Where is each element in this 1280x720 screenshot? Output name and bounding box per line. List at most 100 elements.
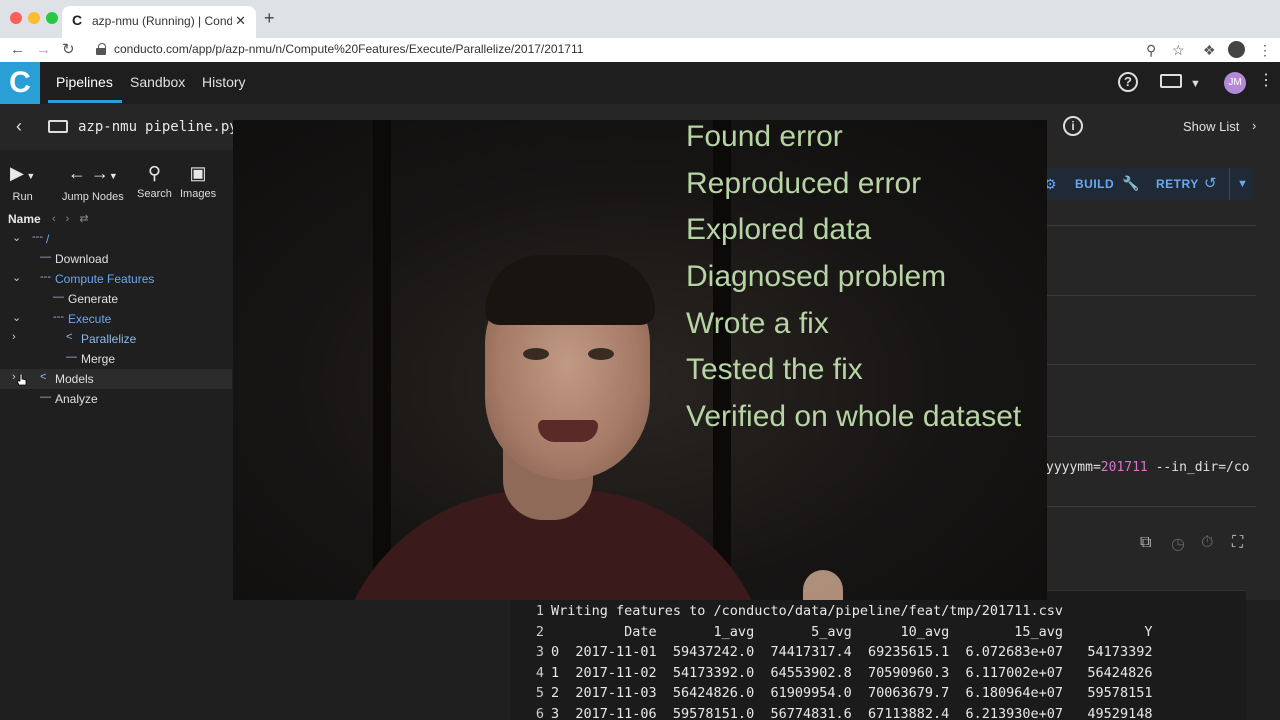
chevron-right-icon[interactable]: › [12,331,16,343]
play-icon: ▶ ▼ [10,163,36,183]
app-header: C Pipelines Sandbox History ? ▼ JM ⋮ [0,62,1280,104]
user-avatar[interactable]: JM [1224,72,1246,94]
conducto-favicon-icon: C [72,12,83,28]
caret-down-icon[interactable]: ▼ [1190,74,1201,94]
leaf-icon: — [66,351,77,363]
log-output-panel[interactable]: 1 Writing features to /conducto/data/pipe… [510,590,1246,720]
command-text: yyyymm=201711 --in_dir=/co [1046,460,1256,475]
checklist-item: Wrote a fix [686,307,829,340]
build-button[interactable]: BUILD [1075,177,1114,191]
divider [1046,225,1256,226]
chevron-right-icon[interactable]: › [12,371,16,383]
serial-icon: --- [32,231,43,243]
tab-close-icon[interactable]: ✕ [235,13,246,29]
nav-pipelines[interactable]: Pipelines [56,74,113,90]
chevron-right-icon[interactable]: › [1252,118,1256,133]
retry-button[interactable]: RETRY [1156,177,1199,191]
serial-icon: --- [53,311,64,323]
url-field[interactable]: conducto.com/app/p/azp-nmu/n/Compute%20F… [114,42,583,56]
lock-icon[interactable] [96,43,106,55]
copy-icon[interactable]: ⧉ [1140,534,1151,552]
tree-label: / [46,232,50,246]
command-value: 201711 [1100,460,1148,475]
node-tree-panel: ▶ ▼ Run ← →▼ Jump Nodes ⚲ Search ▣ Image… [0,150,232,720]
browser-back-icon[interactable]: ← [10,40,25,60]
run-label: Run [12,191,33,203]
timer-icon[interactable]: ⏱ [1201,534,1213,552]
chevron-down-icon[interactable]: ⌄ [12,271,21,284]
tree-label: Models [55,372,94,386]
browser-tab-bar: C azp-nmu (Running) | Conducto ✕ + [0,0,1280,38]
log-line-text: 3 2017-11-06 59578151.0 56774831.6 67113… [551,706,1153,720]
nav-sandbox[interactable]: Sandbox [130,74,185,90]
log-line-text: 0 2017-11-01 59437242.0 74417317.4 69235… [551,644,1153,660]
tree-row-analyze[interactable]: — Analyze [0,389,232,409]
presenter-hair [485,255,655,325]
help-icon[interactable]: ? [1118,72,1138,92]
browser-forward-icon[interactable]: → [36,40,51,60]
fullscreen-icon[interactable]: ⛶ [1232,534,1243,552]
tree-nav-arrows-icon[interactable]: ‹›⇄ [52,212,99,225]
extensions-puzzle-icon[interactable]: ❖ [1203,41,1216,59]
info-icon[interactable]: i [1063,116,1083,136]
tree-row-models[interactable]: › < Models [0,369,232,389]
jump-arrows-icon: ← →▼ [67,163,118,183]
browser-menu-icon[interactable]: ⋮ [1258,41,1272,59]
new-tab-button[interactable]: + [264,9,275,27]
show-list-button[interactable]: Show List [1183,119,1239,134]
leaf-icon: — [40,391,51,403]
tree-label: Compute Features [55,272,155,286]
clock-icon[interactable]: ◷ [1171,534,1185,554]
search-label: Search [137,188,172,200]
divider [1046,364,1256,365]
tree-row-download[interactable]: — Download [0,249,232,269]
laptop-icon [48,120,68,133]
action-dropdown-button[interactable]: ▼ [1229,168,1255,200]
log-line-number: 2 [535,624,544,640]
log-line-number: 4 [535,665,544,681]
zoom-icon[interactable]: ⚲ [1146,41,1156,59]
log-line-number: 6 [535,706,544,720]
parallel-icon: < [40,371,47,383]
wrench-icon[interactable]: 🔧 [1122,175,1139,192]
tree-header-name[interactable]: Name [8,212,41,226]
retry-icon[interactable]: ↺ [1204,174,1217,192]
tree-row-compute-features[interactable]: ⌄ --- Compute Features [0,269,232,289]
tree-row-execute[interactable]: ⌄ --- Execute [0,309,232,329]
checklist-item: Tested the fix [686,353,863,386]
window-close-button[interactable] [10,12,22,24]
window-minimize-button[interactable] [28,12,40,24]
run-tool[interactable]: ▶ ▼ Run [10,162,35,203]
tree-row-generate[interactable]: — Generate [0,289,232,309]
nav-history[interactable]: History [202,74,246,90]
tree-label: Download [55,252,109,266]
tree-row-root[interactable]: ⌄ --- / [0,229,232,249]
tab-title: azp-nmu (Running) | Conducto [92,14,232,28]
pointer-hand-icon [17,374,27,386]
chevron-down-icon[interactable]: ⌄ [12,311,21,324]
bookmark-star-icon[interactable]: ☆ [1172,41,1185,59]
tree-row-merge[interactable]: — Merge [0,349,232,369]
browser-reload-icon[interactable]: ↻ [62,40,75,60]
leaf-icon: — [40,251,51,263]
pipeline-id: azp-nmu [78,119,138,135]
search-tool[interactable]: ⚲ Search [137,162,172,200]
chevron-down-icon[interactable]: ⌄ [12,231,21,244]
tree-label: Merge [81,352,116,366]
jump-nodes-tool[interactable]: ← →▼ Jump Nodes [62,162,124,203]
presenter-eye [588,348,614,360]
command-prefix: yyyymm= [1046,460,1101,475]
tree-row-parallelize[interactable]: › < Parallelize [0,329,232,349]
images-tool[interactable]: ▣ Images [180,162,216,200]
more-vertical-icon[interactable]: ⋮ [1258,71,1274,91]
images-label: Images [180,188,217,200]
back-chevron-icon[interactable]: ‹ [16,116,22,137]
laptop-icon[interactable] [1160,74,1182,88]
divider [1046,436,1256,437]
browser-tab[interactable]: C azp-nmu (Running) | Conducto ✕ [62,6,256,38]
window-maximize-button[interactable] [46,12,58,24]
browser-profile-icon[interactable] [1228,41,1245,58]
divider [1046,506,1256,507]
conducto-logo[interactable]: C [0,62,40,104]
log-line-text: Date 1_avg 5_avg 10_avg 15_avg Y [551,624,1153,640]
